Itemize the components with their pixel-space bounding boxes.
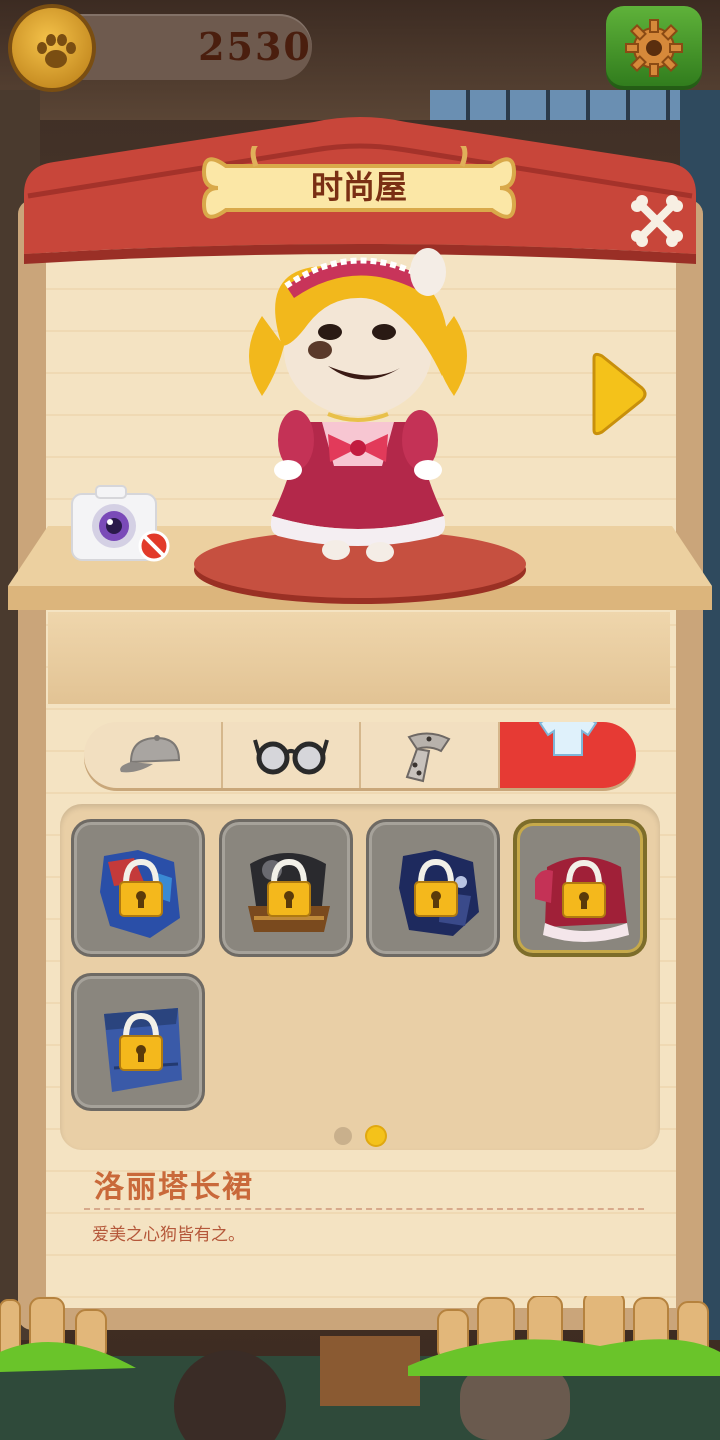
glasses-icon	[252, 739, 329, 775]
next-outfit-button[interactable]	[588, 352, 648, 436]
divider	[84, 1208, 644, 1210]
outfit-item-3[interactable]	[366, 819, 500, 957]
blue-patterned-outfit-icon	[100, 850, 180, 938]
coin-value: 2530	[198, 24, 312, 69]
outfit-item-1[interactable]	[71, 819, 205, 957]
paw-coin-icon	[8, 4, 96, 92]
outfit-item-5[interactable]	[71, 973, 205, 1111]
category-tabs	[84, 722, 636, 788]
bone-x-icon	[636, 200, 678, 242]
gear-icon	[625, 19, 683, 77]
pagination-dots	[334, 1127, 394, 1147]
camera-button[interactable]	[70, 484, 174, 564]
shirt-icon	[538, 722, 598, 756]
no-entry-icon	[138, 530, 170, 562]
panel-title: 时尚屋	[310, 168, 407, 206]
page-dot-1[interactable]	[334, 1127, 352, 1145]
dog-character	[249, 248, 467, 562]
settings-button[interactable]	[606, 6, 702, 90]
tab-clothes[interactable]	[499, 722, 636, 788]
outfit-item-2[interactable]	[219, 819, 353, 957]
outfit-item-4-selected[interactable]	[513, 819, 647, 957]
arrow-right-icon	[592, 352, 647, 436]
tab-hat[interactable]	[84, 722, 223, 788]
bottom-fence-grass	[0, 1296, 720, 1440]
lolita-dress-outfit-icon	[535, 857, 629, 942]
blue-robe-outfit-icon	[104, 1008, 182, 1092]
scarf-icon	[405, 732, 451, 783]
paw-icon	[37, 34, 76, 68]
close-button[interactable]	[628, 192, 686, 250]
selected-item-name: 洛丽塔长裙	[94, 1170, 254, 1205]
page-dot-2-active[interactable]	[367, 1127, 385, 1145]
navy-coat-outfit-icon	[399, 850, 479, 936]
selected-item-description: 爱美之心狗皆有之。	[92, 1225, 245, 1245]
tab-glasses[interactable]	[223, 722, 361, 788]
tab-scarf[interactable]	[361, 722, 500, 788]
shelf-front	[48, 612, 670, 704]
dark-armor-outfit-icon	[248, 853, 330, 932]
cap-icon	[120, 735, 181, 773]
